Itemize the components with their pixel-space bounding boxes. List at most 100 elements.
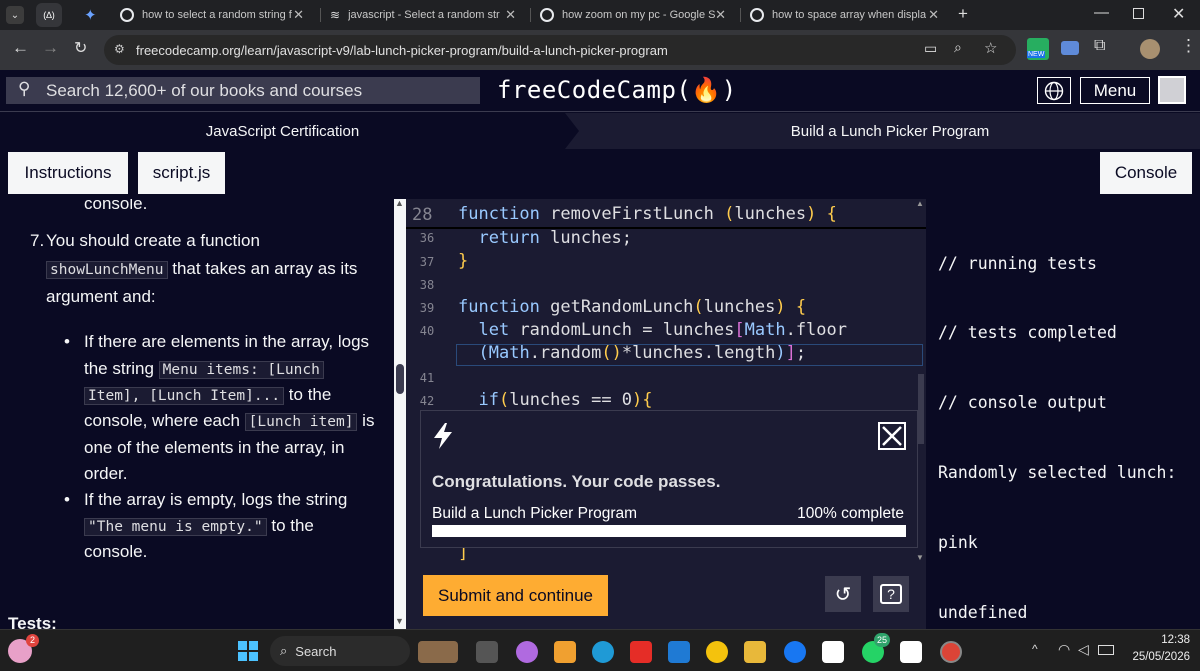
reload-icon[interactable]: ↻ (74, 38, 87, 58)
browser-tab-strip: ⌄ (∆) ✦ how to select a random string f … (0, 0, 1200, 30)
close-modal-button[interactable] (878, 422, 906, 450)
whatsapp-badge: 25 (874, 633, 890, 647)
window-close-icon[interactable]: ✕ (1172, 4, 1185, 24)
gmail-icon[interactable] (822, 641, 844, 663)
help-icon: ? (880, 584, 902, 604)
edge-icon[interactable] (592, 641, 614, 663)
extension-icon[interactable] (1061, 41, 1079, 55)
fcc-logo[interactable]: freeCodeCamp(🔥) (497, 76, 737, 104)
reset-icon: ↺ (834, 583, 852, 606)
zoom-icon[interactable]: ⌕ (954, 39, 962, 56)
close-icon[interactable]: ✕ (928, 7, 939, 23)
browser-tab-4[interactable]: how to space array when displa ✕ (750, 2, 945, 28)
code-line: if(lunches == 0){ (478, 390, 653, 410)
help-button[interactable]: ? (873, 576, 909, 612)
chrome-icon[interactable] (706, 641, 728, 663)
step-number: 7. (30, 231, 45, 250)
volume-icon[interactable]: ◁ (1078, 641, 1089, 658)
search-icon: ⌕ (280, 643, 288, 658)
close-icon[interactable]: ✕ (505, 7, 516, 23)
bookmark-star-icon[interactable]: ☆ (984, 39, 997, 57)
sticky-line-number: 28 (412, 205, 433, 225)
copilot-icon[interactable] (516, 641, 538, 663)
browser-tab-1[interactable]: how to select a random string f ✕ (120, 2, 310, 28)
inline-code: showLunchMenu (46, 261, 168, 279)
pane-divider-scrollbar[interactable]: ▲ ▼ (394, 198, 406, 629)
address-bar[interactable]: ⚙ freecodecamp.org/learn/javascript-v9/l… (104, 35, 1016, 65)
bullet-text: console. (84, 542, 148, 561)
fcc-pinned-tab[interactable]: (∆) (36, 3, 62, 27)
task-view-icon[interactable] (476, 641, 498, 663)
tab-instructions[interactable]: Instructions (8, 152, 128, 194)
clock-date[interactable]: 25/05/2026 (1120, 651, 1190, 663)
new-tab-icon[interactable]: + (958, 4, 968, 24)
news-widget-icon[interactable] (418, 641, 458, 663)
progress-fill (432, 525, 906, 537)
menu-button[interactable]: Menu (1080, 77, 1150, 104)
inline-code: "The menu is empty." (84, 518, 267, 536)
more-menu-icon[interactable]: ⋮ (1180, 36, 1197, 56)
search-icon: ⚲ (18, 79, 31, 98)
gemini-icon[interactable]: ✦ (84, 6, 97, 24)
code-line: return lunches; (478, 228, 633, 248)
app-icon[interactable] (900, 641, 922, 663)
bullet-text: to the (271, 516, 314, 535)
youtube-icon[interactable] (630, 641, 652, 663)
code-line: let randomLunch = lunches[Math.floor (478, 320, 847, 340)
puzzle-icon[interactable]: ⧉ (1094, 37, 1105, 55)
wifi-icon[interactable]: ◠ (1058, 641, 1070, 658)
chrome-active-icon[interactable] (940, 641, 962, 663)
scroll-thumb[interactable] (396, 364, 404, 394)
editor-scrollbar[interactable] (918, 374, 924, 444)
step-line-2: showLunchMenu that takes an array as its (46, 256, 357, 284)
file-explorer-icon[interactable] (744, 641, 766, 663)
battery-icon[interactable] (1098, 645, 1114, 655)
breadcrumb-project[interactable]: Build a Lunch Picker Program (580, 113, 1200, 149)
store-icon[interactable] (554, 641, 576, 663)
breadcrumb-certification[interactable]: JavaScript Certification (0, 113, 565, 149)
minimize-icon[interactable]: — (1094, 4, 1109, 21)
restore-icon[interactable] (1133, 8, 1144, 19)
step-text: You should create a function (46, 231, 260, 250)
line-number: 36 (419, 231, 435, 245)
close-icon[interactable]: ✕ (715, 7, 726, 23)
scroll-up-arrow[interactable]: ▲ (395, 198, 404, 208)
submit-continue-button[interactable]: Submit and continue (423, 575, 608, 616)
reset-button[interactable]: ↺ (825, 576, 861, 612)
tab-script-js[interactable]: script.js (138, 152, 225, 194)
bullet-text: the string (84, 359, 154, 378)
search-input[interactable]: ⚲ Search 12,600+ of our books and course… (6, 77, 480, 104)
vscode-icon[interactable] (668, 641, 690, 663)
back-icon[interactable]: ← (12, 38, 29, 58)
clock-time[interactable]: 12:38 (1140, 634, 1190, 646)
language-globe-icon[interactable] (1037, 77, 1071, 104)
url-text: freecodecamp.org/learn/javascript-v9/lab… (136, 42, 668, 58)
tab-console[interactable]: Console (1100, 152, 1192, 194)
tab-search-button[interactable]: ⌄ (6, 6, 24, 24)
windows-start-icon[interactable] (238, 641, 258, 661)
tab-divider (530, 8, 531, 22)
facebook-icon[interactable] (784, 641, 806, 663)
install-app-icon[interactable]: ▭ (924, 40, 937, 57)
bullet-text: one of the elements in the array, in (84, 438, 345, 457)
editor-scroll-down[interactable]: ▼ (916, 553, 924, 562)
tray-chevron-icon[interactable]: ^ (1032, 642, 1038, 656)
line-number: 40 (419, 324, 435, 338)
user-avatar[interactable] (1158, 76, 1186, 104)
editor-toolbar: Instructions script.js Console (0, 149, 1200, 199)
tests-heading: Tests: (8, 614, 57, 629)
search-placeholder: Search 12,600+ of our books and courses (46, 80, 363, 100)
profile-avatar[interactable] (1140, 39, 1160, 59)
success-modal: Congratulations. Your code passes. Build… (420, 410, 918, 548)
browser-tab-2[interactable]: ≋ javascript - Select a random str ✕ (330, 2, 522, 28)
scroll-down-arrow[interactable]: ▼ (395, 616, 404, 626)
browser-tab-3[interactable]: how zoom on my pc - Google S ✕ (540, 2, 732, 28)
site-info-icon[interactable]: ⚙ (114, 42, 125, 56)
taskbar-search[interactable]: ⌕ Search (270, 636, 410, 666)
forward-icon[interactable]: → (42, 38, 59, 58)
stackoverflow-icon: ≋ (330, 8, 341, 22)
close-icon[interactable]: ✕ (293, 7, 304, 23)
editor-scroll-up[interactable]: ▲ (916, 199, 924, 208)
extension-new-icon[interactable]: NEW (1027, 38, 1049, 60)
windows-taskbar: 2 ⌕ Search 25 ^ ◠ ◁ 12:38 25/05/2026 (0, 629, 1200, 671)
